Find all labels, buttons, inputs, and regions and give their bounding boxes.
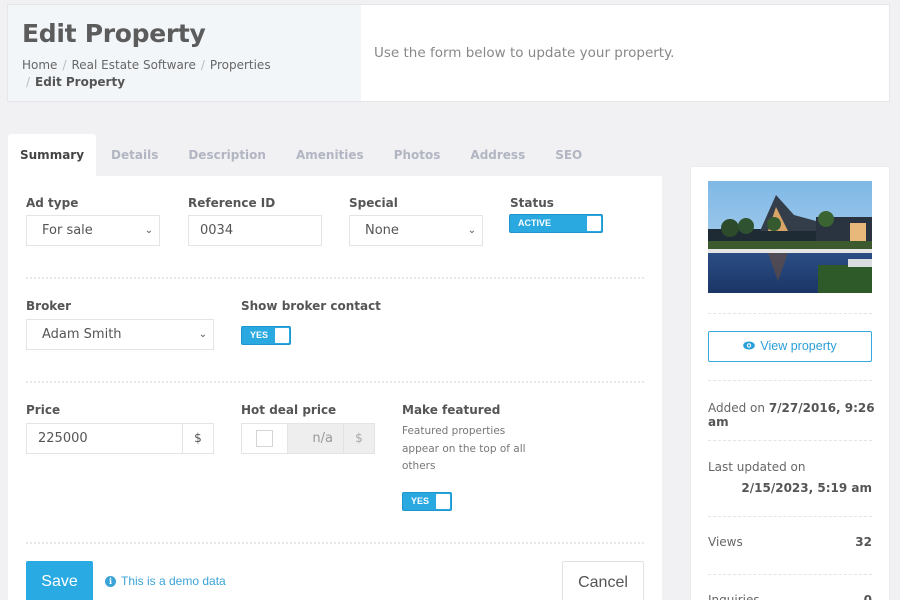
side-divider [708,516,872,517]
ad-type-select[interactable]: For sale ⌄ [26,215,160,246]
status-toggle[interactable]: ACTIVE [509,214,603,233]
breadcrumb-properties[interactable]: Properties [210,58,271,72]
special-value: None [365,223,399,238]
currency-addon: $ [182,424,213,453]
broker-value: Adam Smith [42,327,122,342]
demo-data-notice: i This is a demo data [105,574,226,588]
inquiries-row: Inquiries 0 [708,593,872,600]
show-broker-contact-toggle[interactable]: YES [241,326,291,345]
currency-addon: $ [343,424,374,453]
chevron-down-icon: ⌄ [467,225,477,236]
views-row: Views 32 [708,535,872,549]
views-label: Views [708,535,743,549]
reference-id-label: Reference ID [188,196,276,210]
section-divider [26,277,644,279]
chevron-down-icon: ⌄ [198,329,208,340]
price-value: 225000 [38,431,88,446]
info-icon: i [105,575,116,587]
property-photo [708,181,872,293]
demo-data-text: This is a demo data [121,574,226,588]
page-description: Use the form below to update your proper… [374,45,675,61]
breadcrumb-separator: / [26,75,31,89]
last-updated-value: 2/15/2023, 5:19 am [741,481,872,495]
make-featured-toggle-text: YES [411,496,430,506]
property-sidebar: View property Added on 7/27/2016, 9:26 a… [690,166,890,600]
toggle-knob [587,216,601,231]
property-photo-image [708,181,872,293]
reference-id-input[interactable]: 0034 [188,215,322,246]
tab-seo[interactable]: SEO [540,134,597,176]
tab-summary[interactable]: Summary [8,134,97,176]
make-featured-toggle[interactable]: YES [402,492,452,511]
show-broker-contact-toggle-text: YES [250,330,269,340]
header-title-area: Edit Property Home / Real Estate Software /… [8,5,361,101]
breadcrumb: Home / Real Estate Software / Properties / Ed… [22,57,347,91]
ad-type-label: Ad type [26,196,79,210]
toggle-knob [436,494,450,509]
ad-type-value: For sale [42,223,93,238]
hot-deal-checkbox[interactable] [256,430,273,447]
make-featured-label: Make featured [402,403,501,417]
broker-select[interactable]: Adam Smith ⌄ [26,319,214,350]
broker-label: Broker [26,299,72,313]
toggle-knob [275,328,289,343]
hot-deal-price-label: Hot deal price [241,403,337,417]
status-label: Status [510,196,554,210]
breadcrumb-separator: / [62,58,67,72]
section-divider [26,542,644,544]
page-header: Edit Property Home / Real Estate Software /… [7,4,890,102]
added-on: Added on 7/27/2016, 9:26 am [708,401,889,429]
breadcrumb-real-estate-software[interactable]: Real Estate Software [71,58,195,72]
hot-deal-checkbox-wrap [242,424,288,453]
breadcrumb-separator: / [200,58,205,72]
special-select[interactable]: None ⌄ [349,215,483,246]
hot-deal-price-group: n/a $ [241,423,375,454]
side-divider [708,380,872,381]
chevron-down-icon: ⌄ [144,225,154,236]
tab-photos[interactable]: Photos [379,134,456,176]
inquiries-label: Inquiries [708,593,760,600]
tab-details[interactable]: Details [96,134,173,176]
reference-id-value: 0034 [200,223,234,238]
price-label: Price [26,403,61,417]
tab-amenities[interactable]: Amenities [281,134,379,176]
tab-bar: Summary Details Description Amenities Ph… [8,134,597,176]
side-divider [708,574,872,575]
breadcrumb-home[interactable]: Home [22,58,57,72]
breadcrumb-current: Edit Property [35,75,126,89]
hot-deal-price-input: n/a [288,424,343,453]
price-input[interactable]: 225000 $ [26,423,214,454]
show-broker-contact-label: Show broker contact [241,299,381,313]
last-updated-label: Last updated on [708,460,806,474]
summary-form: Ad type For sale ⌄ Reference ID 0034 Spe… [8,176,662,600]
added-on-label: Added on [708,401,765,415]
inquiries-value: 0 [863,593,872,600]
view-property-label: View property [760,339,837,353]
view-property-button[interactable]: View property [708,331,872,362]
cancel-button[interactable]: Cancel [562,561,644,600]
side-divider [708,313,872,314]
tab-description[interactable]: Description [173,134,281,176]
make-featured-description: Featured properties appear on the top of… [402,425,526,472]
side-divider [708,440,872,441]
page-title: Edit Property [22,19,206,48]
special-label: Special [349,196,398,210]
tab-address[interactable]: Address [455,134,540,176]
status-toggle-text: ACTIVE [518,218,552,228]
section-divider [26,381,644,383]
eye-icon [743,333,756,362]
views-value: 32 [855,535,872,549]
save-button[interactable]: Save [26,561,93,600]
